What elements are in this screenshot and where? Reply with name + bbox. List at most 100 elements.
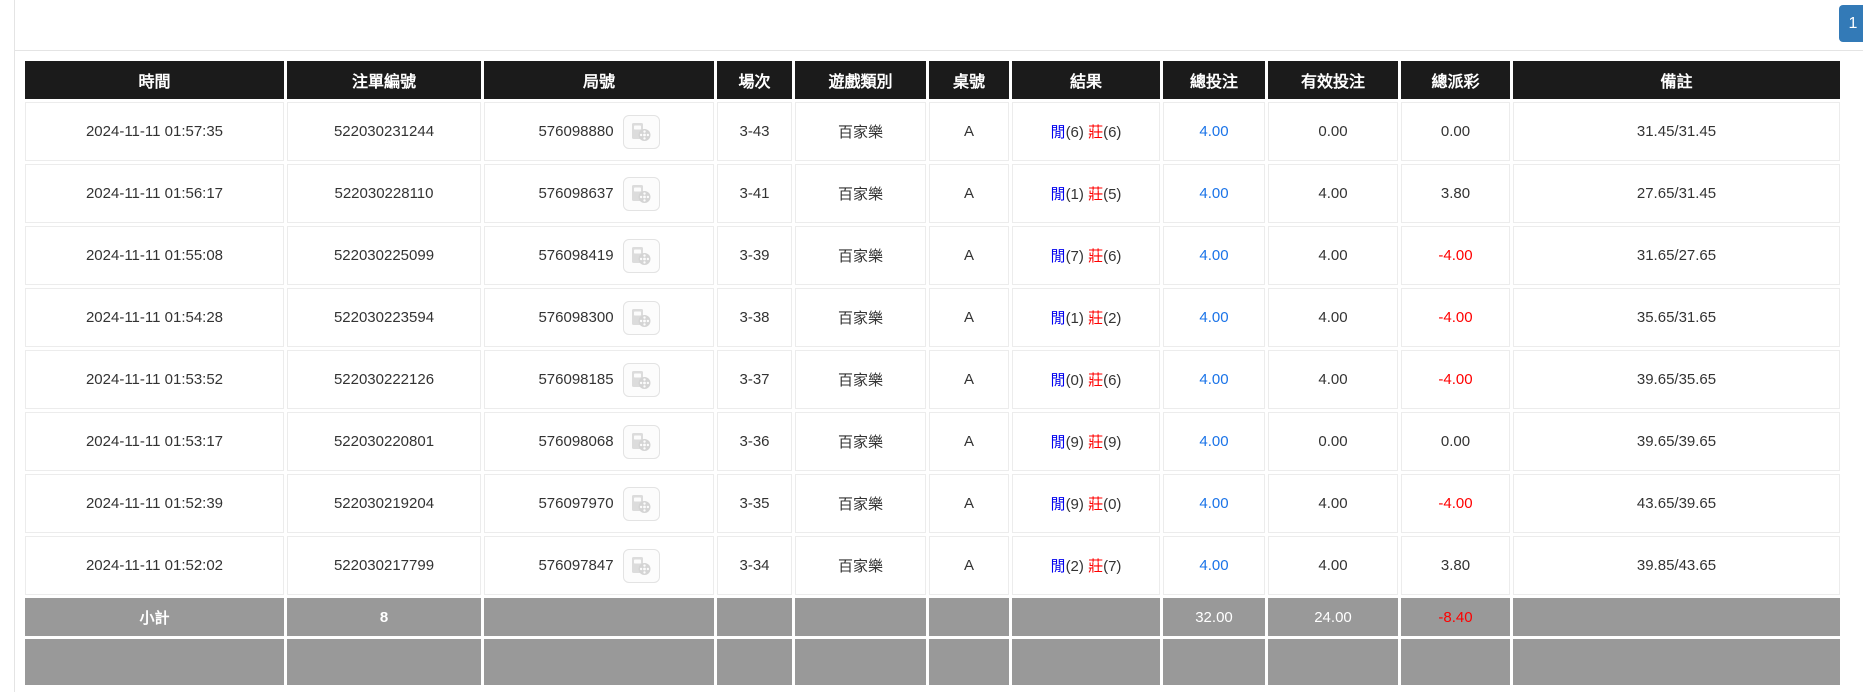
- total-cell-table_no: [929, 639, 1009, 685]
- video-replay-button[interactable]: [623, 115, 660, 149]
- result-banker-score: (2): [1103, 310, 1121, 327]
- result-player-score: (1): [1066, 186, 1084, 203]
- cell-time: 2024-11-11 01:54:28: [25, 288, 284, 347]
- cell-time: 2024-11-11 01:53:17: [25, 412, 284, 471]
- column-header-total_bet: 總投注: [1163, 61, 1265, 99]
- toolbar-divider: [14, 50, 1863, 51]
- cell-session: 3-38: [717, 288, 792, 347]
- result-player-label: 閒: [1051, 558, 1066, 575]
- result-player-score: (7): [1066, 248, 1084, 265]
- video-film-icon: [630, 121, 652, 143]
- cell-game-type: 百家樂: [795, 164, 926, 223]
- subtotal-empty-remark: [1513, 598, 1840, 636]
- table-body: 2024-11-11 01:57:35522030231244576098880…: [25, 102, 1840, 685]
- video-replay-button[interactable]: [623, 549, 660, 583]
- total-row-partial: [25, 639, 1840, 685]
- cell-payout: -4.00: [1401, 350, 1510, 409]
- cell-total-bet: 4.00: [1163, 474, 1265, 533]
- round-number: 576097970: [538, 495, 613, 512]
- column-header-valid_bet: 有效投注: [1268, 61, 1398, 99]
- video-replay-button[interactable]: [623, 425, 660, 459]
- subtotal-row: 小計832.0024.00-8.40: [25, 598, 1840, 636]
- result-banker-label: 莊: [1088, 310, 1103, 327]
- result-banker-score: (6): [1103, 248, 1121, 265]
- subtotal-empty-result: [1012, 598, 1160, 636]
- cell-round-id: 576097970: [484, 474, 714, 533]
- cell-remark: 43.65/39.65: [1513, 474, 1840, 533]
- cell-session: 3-35: [717, 474, 792, 533]
- video-replay-button[interactable]: [623, 177, 660, 211]
- result-player-score: (9): [1066, 496, 1084, 513]
- cell-table-no: A: [929, 474, 1009, 533]
- cell-game-type: 百家樂: [795, 102, 926, 161]
- video-film-icon: [630, 431, 652, 453]
- table-row: 2024-11-11 01:52:02522030217799 576097847…: [25, 536, 1840, 595]
- total-cell-time: [25, 639, 284, 685]
- column-header-session: 場次: [717, 61, 792, 99]
- cell-bet-id: 522030219204: [287, 474, 481, 533]
- cell-bet-id: 522030217799: [287, 536, 481, 595]
- cell-remark: 27.65/31.45: [1513, 164, 1840, 223]
- cell-valid-bet: 0.00: [1268, 412, 1398, 471]
- round-number: 576098880: [538, 123, 613, 140]
- result-banker-score: (6): [1103, 124, 1121, 141]
- cell-total-bet: 4.00: [1163, 350, 1265, 409]
- video-replay-button[interactable]: [623, 239, 660, 273]
- result-player-score: (0): [1066, 372, 1084, 389]
- round-number: 576098300: [538, 309, 613, 326]
- round-number: 576098185: [538, 371, 613, 388]
- result-player-label: 閒: [1051, 434, 1066, 451]
- video-replay-button[interactable]: [623, 363, 660, 397]
- table-row: 2024-11-11 01:53:52522030222126576098185…: [25, 350, 1840, 409]
- cell-table-no: A: [929, 226, 1009, 285]
- video-replay-button[interactable]: [623, 301, 660, 335]
- video-film-icon: [630, 245, 652, 267]
- column-header-game: 遊戲類別: [795, 61, 926, 99]
- total-cell-result: [1012, 639, 1160, 685]
- cell-time: 2024-11-11 01:52:39: [25, 474, 284, 533]
- round-number: 576097847: [538, 557, 613, 574]
- table-row: 2024-11-11 01:57:35522030231244576098880…: [25, 102, 1840, 161]
- cell-total-bet: 4.00: [1163, 536, 1265, 595]
- result-player-label: 閒: [1051, 186, 1066, 203]
- cell-payout: 3.80: [1401, 536, 1510, 595]
- bet-history-page: 1 時間注單編號局號場次遊戲類別桌號結果總投注有效投注總派彩備註 2024-11…: [0, 0, 1863, 692]
- cell-remark: 35.65/31.65: [1513, 288, 1840, 347]
- table-row: 2024-11-11 01:52:39522030219204 576097970…: [25, 474, 1840, 533]
- cell-total-bet: 4.00: [1163, 226, 1265, 285]
- cell-game-type: 百家樂: [795, 288, 926, 347]
- cell-valid-bet: 4.00: [1268, 350, 1398, 409]
- video-film-icon: [630, 307, 652, 329]
- cell-payout: -4.00: [1401, 226, 1510, 285]
- round-cell: 576098637: [489, 177, 709, 211]
- table-row: 2024-11-11 01:53:17522030220801576098068…: [25, 412, 1840, 471]
- cell-round-id: 576098300: [484, 288, 714, 347]
- cell-session: 3-37: [717, 350, 792, 409]
- cell-valid-bet: 4.00: [1268, 474, 1398, 533]
- cell-round-id: 576097847: [484, 536, 714, 595]
- column-header-time: 時間: [25, 61, 284, 99]
- video-replay-button[interactable]: [623, 487, 660, 521]
- result-banker-score: (6): [1103, 372, 1121, 389]
- cell-time: 2024-11-11 01:52:02: [25, 536, 284, 595]
- round-cell: 576098300: [489, 301, 709, 335]
- video-film-icon: [630, 183, 652, 205]
- result-player-score: (2): [1066, 558, 1084, 575]
- result-player-label: 閒: [1051, 124, 1066, 141]
- cell-game-type: 百家樂: [795, 350, 926, 409]
- pagination-page-1[interactable]: 1: [1839, 5, 1863, 42]
- column-header-result: 結果: [1012, 61, 1160, 99]
- result-player-label: 閒: [1051, 248, 1066, 265]
- cell-bet-id: 522030228110: [287, 164, 481, 223]
- column-header-round_id: 局號: [484, 61, 714, 99]
- cell-bet-id: 522030225099: [287, 226, 481, 285]
- cell-round-id: 576098068: [484, 412, 714, 471]
- cell-bet-id: 522030223594: [287, 288, 481, 347]
- column-header-bet_id: 注單編號: [287, 61, 481, 99]
- cell-round-id: 576098185: [484, 350, 714, 409]
- total-cell-payout: [1401, 639, 1510, 685]
- cell-total-bet: 4.00: [1163, 288, 1265, 347]
- result-banker-label: 莊: [1088, 372, 1103, 389]
- column-header-payout: 總派彩: [1401, 61, 1510, 99]
- cell-result: 閒(1) 莊(5): [1012, 164, 1160, 223]
